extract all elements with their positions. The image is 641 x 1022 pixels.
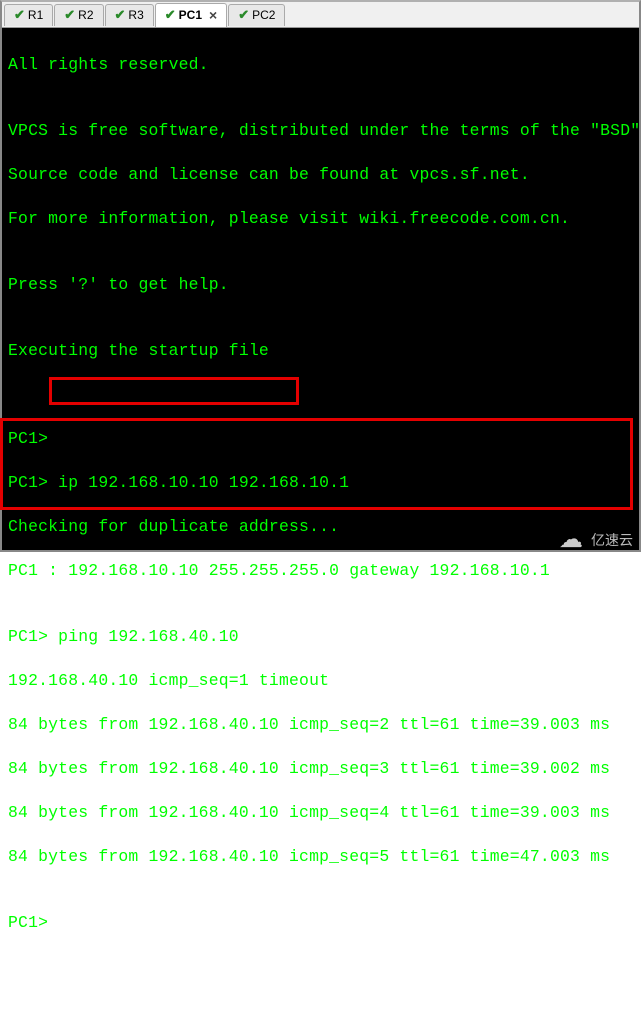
tab-pc1[interactable]: ✔ PC1 × [155,3,227,27]
check-icon: ✔ [238,7,249,23]
terminal-line: PC1> [8,912,633,934]
close-icon[interactable]: × [209,8,217,22]
tab-label: R2 [78,8,93,22]
terminal-line: Press '?' to get help. [8,274,633,296]
terminal-line: 84 bytes from 192.168.40.10 icmp_seq=2 t… [8,714,633,736]
check-icon: ✔ [165,7,176,23]
tab-label: R1 [28,8,43,22]
terminal-line: VPCS is free software, distributed under… [8,120,633,142]
check-icon: ✔ [115,7,126,23]
terminal-line: PC1> ping 192.168.40.10 [8,626,633,648]
terminal-line: For more information, please visit wiki.… [8,208,633,230]
tab-bar: ✔ R1 ✔ R2 ✔ R3 ✔ PC1 × ✔ PC2 [2,2,639,28]
terminal-line: 84 bytes from 192.168.40.10 icmp_seq=4 t… [8,802,633,824]
terminal-line: 84 bytes from 192.168.40.10 icmp_seq=3 t… [8,758,633,780]
tab-r1[interactable]: ✔ R1 [4,4,53,26]
tab-r3[interactable]: ✔ R3 [105,4,154,26]
terminal-line: PC1 : 192.168.10.10 255.255.255.0 gatewa… [8,560,633,582]
terminal-line: PC1> [8,428,633,450]
terminal-line: Source code and license can be found at … [8,164,633,186]
terminal-output[interactable]: All rights reserved. VPCS is free softwa… [2,28,639,550]
tab-label: PC2 [252,8,275,22]
annotation-command-box [49,377,299,405]
terminal-line: 192.168.40.10 icmp_seq=1 timeout [8,670,633,692]
terminal-line: Executing the startup file [8,340,633,362]
terminal-line: All rights reserved. [8,54,633,76]
tab-label: R3 [128,8,143,22]
terminal-line: Checking for duplicate address... [8,516,633,538]
terminal-line: PC1> ip 192.168.10.10 192.168.10.1 [8,472,633,494]
check-icon: ✔ [14,7,25,23]
terminal-line: 84 bytes from 192.168.40.10 icmp_seq=5 t… [8,846,633,868]
tab-r2[interactable]: ✔ R2 [54,4,103,26]
check-icon: ✔ [64,7,75,23]
tab-label: PC1 [179,8,202,22]
tab-pc2[interactable]: ✔ PC2 [228,4,285,26]
